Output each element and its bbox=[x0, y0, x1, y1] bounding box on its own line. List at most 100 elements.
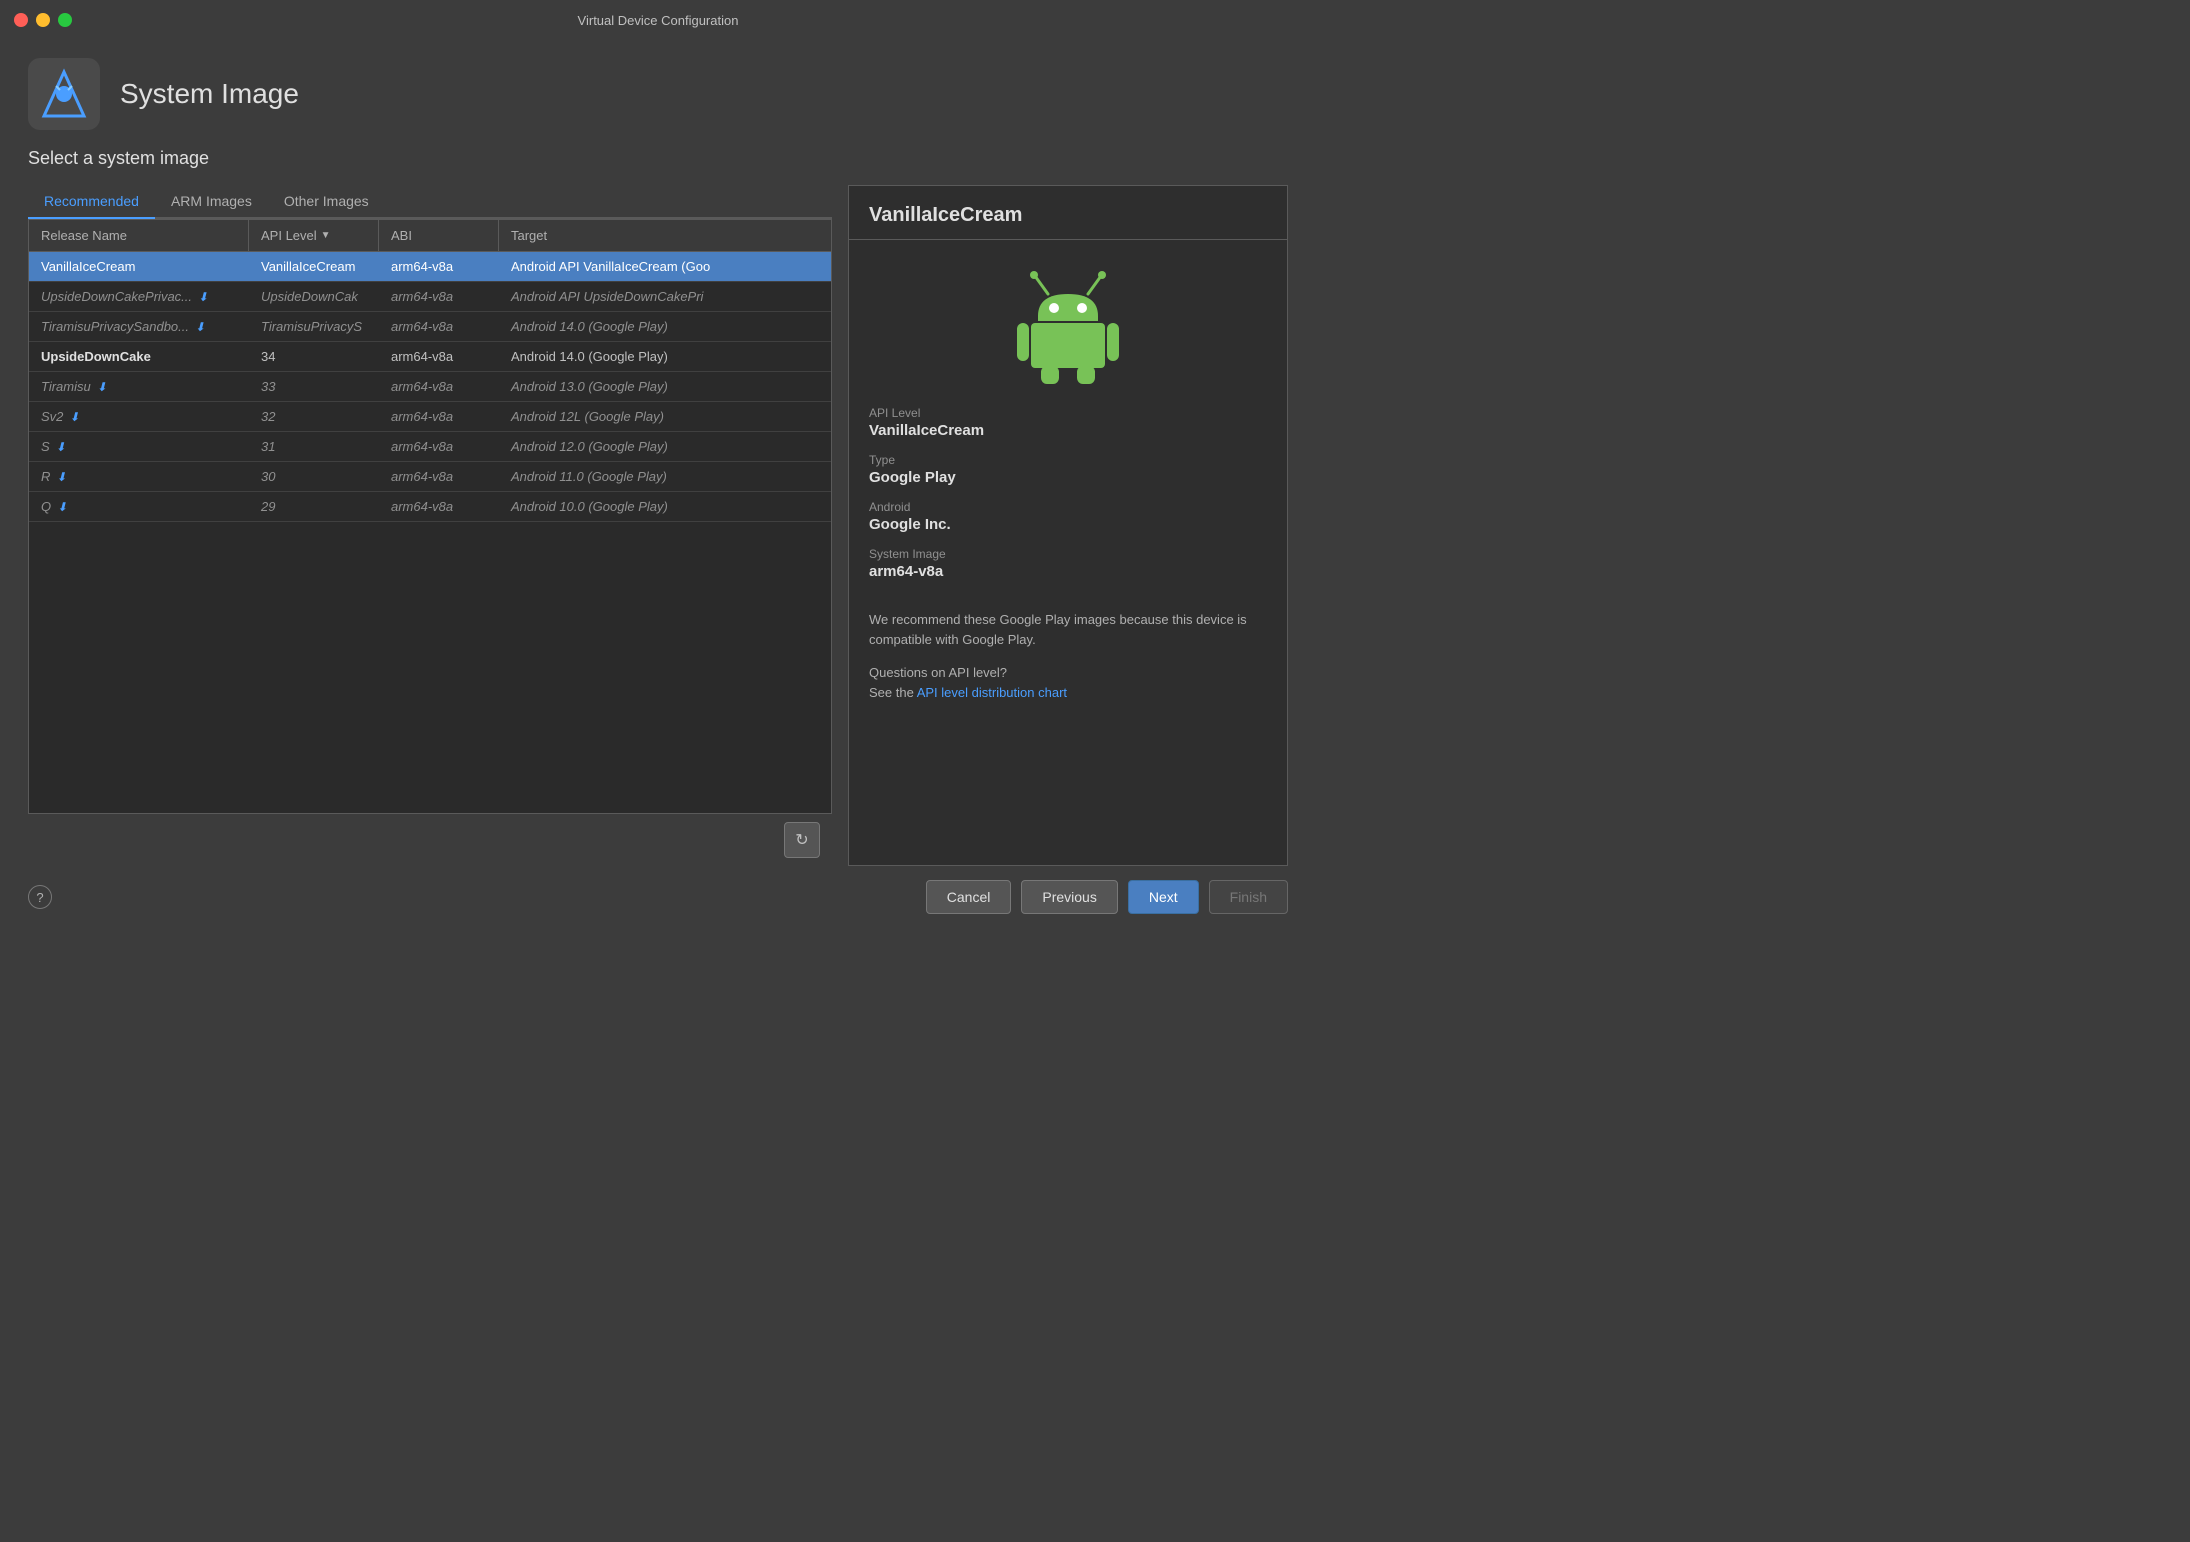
table-row[interactable]: R ⬇ 30 arm64-v8a Android 11.0 (Google Pl… bbox=[29, 462, 831, 492]
cell-api-level: 33 bbox=[249, 372, 379, 401]
table-footer: ↻ bbox=[28, 814, 832, 866]
cell-abi: arm64-v8a bbox=[379, 282, 499, 311]
page-title: System Image bbox=[120, 78, 299, 110]
cell-api-level: 34 bbox=[249, 342, 379, 371]
api-level-info: API Level VanillaIceCream bbox=[869, 406, 1267, 439]
selected-image-title: VanillaIceCream bbox=[849, 186, 1287, 240]
cell-release-name: R ⬇ bbox=[29, 462, 249, 491]
api-level-value: VanillaIceCream bbox=[869, 422, 1267, 439]
cell-release-name: S ⬇ bbox=[29, 432, 249, 461]
table-row[interactable]: S ⬇ 31 arm64-v8a Android 12.0 (Google Pl… bbox=[29, 432, 831, 462]
cell-api-level: 30 bbox=[249, 462, 379, 491]
cell-target: Android 13.0 (Google Play) bbox=[499, 372, 831, 401]
cell-target: Android 14.0 (Google Play) bbox=[499, 342, 831, 371]
system-image-info: System Image arm64-v8a bbox=[869, 547, 1267, 580]
cell-target: Android API UpsideDownCakePri bbox=[499, 282, 831, 311]
title-bar: Virtual Device Configuration bbox=[0, 0, 1316, 40]
maximize-button[interactable] bbox=[58, 13, 72, 27]
table-row[interactable]: Sv2 ⬇ 32 arm64-v8a Android 12L (Google P… bbox=[29, 402, 831, 432]
download-icon[interactable]: ⬇ bbox=[56, 470, 66, 484]
system-image-value: arm64-v8a bbox=[869, 563, 1267, 580]
col-abi: ABI bbox=[379, 220, 499, 251]
cancel-button[interactable]: Cancel bbox=[926, 880, 1012, 914]
tab-other-images[interactable]: Other Images bbox=[268, 185, 385, 219]
cell-api-level: TiramisuPrivacyS bbox=[249, 312, 379, 341]
cell-release-name: UpsideDownCakePrivac... ⬇ bbox=[29, 282, 249, 311]
system-image-table: Release Name API Level ▼ ABI Target bbox=[28, 219, 832, 814]
cell-target: Android 14.0 (Google Play) bbox=[499, 312, 831, 341]
download-icon[interactable]: ⬇ bbox=[69, 410, 79, 424]
cell-api-level: 32 bbox=[249, 402, 379, 431]
type-label: Type bbox=[869, 453, 1267, 467]
button-group: Cancel Previous Next Finish bbox=[926, 880, 1288, 914]
cell-abi: arm64-v8a bbox=[379, 402, 499, 431]
type-value: Google Play bbox=[869, 469, 1267, 486]
cell-abi: arm64-v8a bbox=[379, 342, 499, 371]
cell-release-name: VanillaIceCream bbox=[29, 252, 249, 281]
minimize-button[interactable] bbox=[36, 13, 50, 27]
table-header: Release Name API Level ▼ ABI Target bbox=[29, 220, 831, 252]
tab-arm-images[interactable]: ARM Images bbox=[155, 185, 268, 219]
cell-abi: arm64-v8a bbox=[379, 462, 499, 491]
api-distribution-link[interactable]: API level distribution chart bbox=[917, 685, 1067, 700]
cell-target: Android API VanillaIceCream (Goo bbox=[499, 252, 831, 281]
cell-release-name: UpsideDownCake bbox=[29, 342, 249, 371]
next-button[interactable]: Next bbox=[1128, 880, 1199, 914]
cell-api-level: 29 bbox=[249, 492, 379, 521]
android-robot bbox=[869, 256, 1267, 406]
android-label: Android bbox=[869, 500, 1267, 514]
window-title: Virtual Device Configuration bbox=[578, 13, 739, 28]
table-body: VanillaIceCream VanillaIceCream arm64-v8… bbox=[29, 252, 831, 813]
table-row[interactable]: UpsideDownCake 34 arm64-v8a Android 14.0… bbox=[29, 342, 831, 372]
android-info: Android Google Inc. bbox=[869, 500, 1267, 533]
tabs-container: Recommended ARM Images Other Images bbox=[28, 185, 832, 219]
refresh-button[interactable]: ↻ bbox=[784, 822, 820, 858]
right-panel: VanillaIceCream bbox=[848, 185, 1288, 866]
help-button[interactable]: ? bbox=[28, 885, 52, 909]
cell-abi: arm64-v8a bbox=[379, 312, 499, 341]
main-window: System Image Select a system image Recom… bbox=[0, 40, 1316, 928]
cell-release-name: Q ⬇ bbox=[29, 492, 249, 521]
tab-recommended[interactable]: Recommended bbox=[28, 185, 155, 219]
download-icon[interactable]: ⬇ bbox=[195, 320, 205, 334]
type-info: Type Google Play bbox=[869, 453, 1267, 486]
download-icon[interactable]: ⬇ bbox=[198, 290, 208, 304]
header: System Image bbox=[0, 40, 1316, 148]
section-title: Select a system image bbox=[28, 148, 1288, 169]
cell-abi: arm64-v8a bbox=[379, 252, 499, 281]
table-row[interactable]: VanillaIceCream VanillaIceCream arm64-v8… bbox=[29, 252, 831, 282]
col-api-level[interactable]: API Level ▼ bbox=[249, 220, 379, 251]
cell-target: Android 12L (Google Play) bbox=[499, 402, 831, 431]
col-target: Target bbox=[499, 220, 831, 251]
cell-api-level: 31 bbox=[249, 432, 379, 461]
app-icon bbox=[28, 58, 100, 130]
traffic-lights bbox=[14, 13, 72, 27]
main-layout: Recommended ARM Images Other Images Rele… bbox=[28, 185, 1288, 866]
cell-release-name: Tiramisu ⬇ bbox=[29, 372, 249, 401]
cell-abi: arm64-v8a bbox=[379, 372, 499, 401]
cell-target: Android 11.0 (Google Play) bbox=[499, 462, 831, 491]
cell-abi: arm64-v8a bbox=[379, 492, 499, 521]
system-image-label: System Image bbox=[869, 547, 1267, 561]
table-row[interactable]: Q ⬇ 29 arm64-v8a Android 10.0 (Google Pl… bbox=[29, 492, 831, 522]
refresh-icon: ↻ bbox=[795, 830, 808, 850]
cell-release-name: TiramisuPrivacySandbo... ⬇ bbox=[29, 312, 249, 341]
close-button[interactable] bbox=[14, 13, 28, 27]
cell-api-level: UpsideDownCak bbox=[249, 282, 379, 311]
table-row[interactable]: TiramisuPrivacySandbo... ⬇ TiramisuPriva… bbox=[29, 312, 831, 342]
table-row[interactable]: Tiramisu ⬇ 33 arm64-v8a Android 13.0 (Go… bbox=[29, 372, 831, 402]
content-area: Select a system image Recommended ARM Im… bbox=[0, 148, 1316, 866]
description-text: We recommend these Google Play images be… bbox=[869, 610, 1267, 649]
download-icon[interactable]: ⬇ bbox=[97, 380, 107, 394]
cell-target: Android 12.0 (Google Play) bbox=[499, 432, 831, 461]
download-icon[interactable]: ⬇ bbox=[57, 500, 67, 514]
table-row[interactable]: UpsideDownCakePrivac... ⬇ UpsideDownCak … bbox=[29, 282, 831, 312]
api-question-text: Questions on API level? See the API leve… bbox=[869, 663, 1267, 702]
cell-api-level: VanillaIceCream bbox=[249, 252, 379, 281]
col-release-name: Release Name bbox=[29, 220, 249, 251]
cell-abi: arm64-v8a bbox=[379, 432, 499, 461]
api-level-label: API Level bbox=[869, 406, 1267, 420]
download-icon[interactable]: ⬇ bbox=[56, 440, 66, 454]
previous-button[interactable]: Previous bbox=[1021, 880, 1117, 914]
sort-arrow-icon: ▼ bbox=[321, 230, 331, 241]
